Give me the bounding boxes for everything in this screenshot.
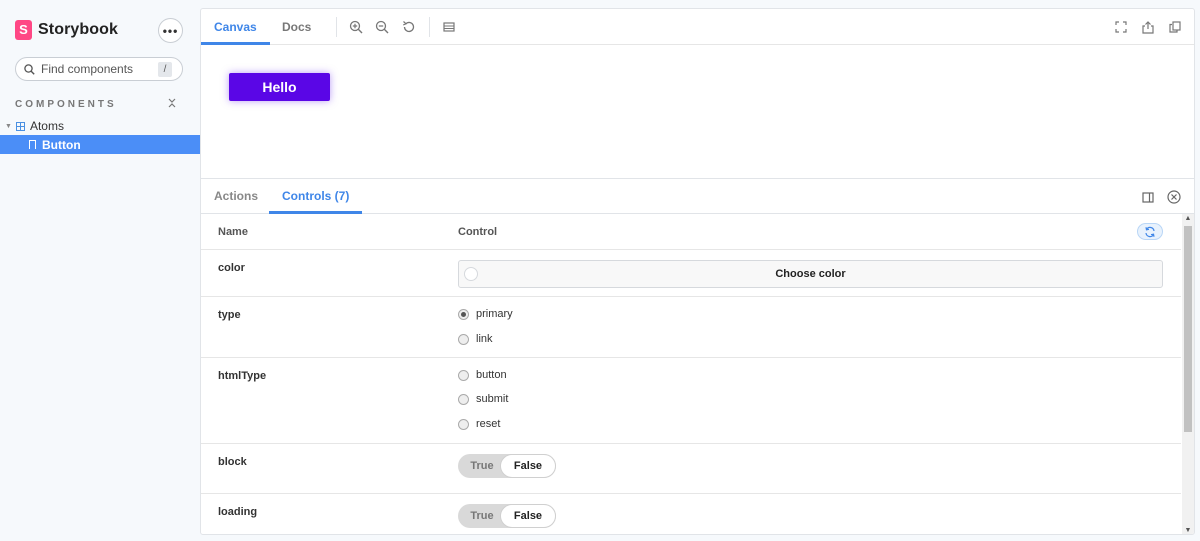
radio-label: button [476,369,507,381]
radio-button[interactable] [458,418,469,430]
storybook-logo[interactable]: S Storybook [15,20,118,40]
radio-button[interactable] [458,393,469,405]
search-placeholder: Find components [41,62,134,76]
preview-canvas: Hello [201,46,1194,178]
tree-item-label: Button [42,137,81,152]
search-icon [24,63,35,75]
radio-label: primary [476,308,513,320]
toolbar: Canvas Docs [201,9,1194,45]
fullscreen-icon[interactable] [1113,19,1129,35]
color-picker-button[interactable]: Choose color [458,260,1163,288]
more-options-button[interactable]: ••• [158,18,183,43]
toggle-true-option[interactable]: True [458,454,506,478]
search-shortcut-key: / [158,62,172,77]
control-row-loading: loading True False [201,494,1181,534]
addons-panel: Actions Controls (7) Name Control color [201,178,1194,534]
tab-controls[interactable]: Controls (7) [269,179,363,214]
tree-group-atoms[interactable]: ▼ Atoms [0,117,200,135]
search-input[interactable]: Find components / [15,57,183,81]
copy-link-icon[interactable] [1167,19,1183,35]
control-name: htmlType [218,370,267,382]
radio-button[interactable] [458,369,469,381]
tab-actions[interactable]: Actions [201,179,271,214]
radio-label: reset [476,418,501,430]
control-name: loading [218,506,258,518]
boolean-toggle[interactable]: True False [458,454,556,478]
toolbar-divider [429,17,430,37]
zoom-out-icon[interactable] [374,19,390,35]
toggle-false-option[interactable]: False [500,504,556,528]
control-name: block [218,456,247,468]
caret-down-icon: ▼ [5,122,12,130]
radio-label: submit [476,393,509,405]
control-name: type [218,309,241,321]
radio-option-reset[interactable]: reset [458,418,500,430]
bookmark-icon [29,140,36,149]
tab-canvas[interactable]: Canvas [201,9,270,45]
scroll-up-icon[interactable]: ▲ [1184,215,1192,223]
storybook-logo-mark: S [15,20,32,40]
tree-group-label: Atoms [29,119,64,133]
tree-item-button[interactable]: Button [0,135,200,154]
scroll-down-icon[interactable]: ▼ [1184,527,1192,534]
radio-option-submit[interactable]: submit [458,393,508,405]
collapse-all-icon[interactable] [168,98,176,111]
zoom-in-icon[interactable] [348,19,364,35]
column-header-name: Name [218,226,248,238]
tab-docs[interactable]: Docs [269,9,324,45]
toggle-false-option[interactable]: False [500,454,556,478]
radio-option-primary[interactable]: primary [458,308,513,320]
radio-button-checked[interactable] [458,308,469,320]
reset-controls-button[interactable] [1137,223,1163,240]
radio-button[interactable] [458,333,469,345]
share-icon[interactable] [1140,19,1156,35]
control-name: color [218,262,245,274]
control-row-htmltype: htmlType button submit reset [201,358,1181,444]
column-header-control: Control [458,226,498,238]
preview-panel: Canvas Docs Hello Actions Controls (7) N… [200,8,1195,535]
hello-button[interactable]: Hello [229,73,330,101]
component-group-icon [15,121,25,131]
toggle-true-option[interactable]: True [458,504,506,528]
sidebar: S Storybook ••• Find components / COMPON… [0,0,200,541]
control-row-color: color Choose color [201,250,1181,297]
control-row-type: type primary link [201,297,1181,358]
components-section-title: COMPONENTS [15,99,117,110]
panel-orientation-icon[interactable] [1140,189,1156,205]
radio-label: link [476,333,493,345]
boolean-toggle[interactable]: True False [458,504,556,528]
controls-header: Name Control [201,214,1181,250]
zoom-reset-icon[interactable] [401,19,417,35]
background-icon[interactable] [441,19,457,35]
scrollbar-thumb[interactable] [1184,226,1192,432]
control-row-block: block True False [201,444,1181,494]
toolbar-divider [336,17,337,37]
close-panel-icon[interactable] [1166,189,1182,205]
controls-table: Name Control color Choose color type pri… [201,214,1181,534]
color-picker-label: Choose color [775,268,846,280]
radio-option-link[interactable]: link [458,333,493,345]
radio-option-button[interactable]: button [458,369,507,381]
refresh-icon [1145,226,1155,237]
addon-tabs: Actions Controls (7) [201,179,1194,214]
vertical-scrollbar[interactable]: ▲ ▼ [1182,214,1194,534]
storybook-logo-text: Storybook [38,21,119,38]
